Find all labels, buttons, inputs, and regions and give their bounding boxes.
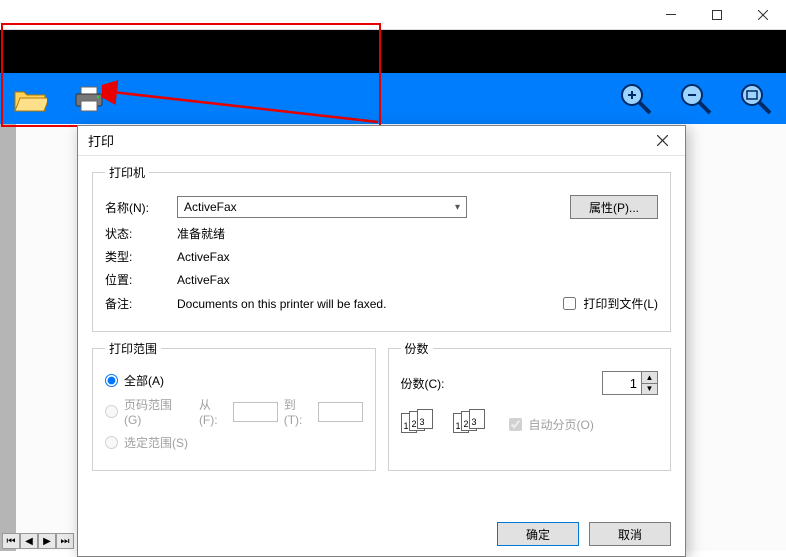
type-label: 类型: bbox=[105, 248, 177, 265]
range-selection-label: 选定范围(S) bbox=[124, 434, 188, 451]
copies-spinner[interactable]: 1 ▲ ▼ bbox=[602, 371, 658, 395]
comment-value: Documents on this printer will be faxed. bbox=[177, 297, 559, 311]
range-all-radio[interactable] bbox=[105, 374, 118, 387]
collate-label: 自动分页(O) bbox=[529, 416, 594, 433]
close-button[interactable] bbox=[740, 0, 786, 29]
copies-value: 1 bbox=[603, 372, 641, 394]
printer-select[interactable]: ActiveFax ▾ bbox=[177, 196, 467, 218]
chevron-down-icon: ▾ bbox=[455, 202, 460, 213]
spinner-up[interactable]: ▲ bbox=[642, 372, 657, 384]
minimize-button[interactable] bbox=[648, 0, 694, 29]
to-label: 到(T): bbox=[284, 396, 312, 427]
print-dialog: 打印 打印机 名称(N): ActiveFax ▾ 属性(P)... 状态: 准… bbox=[77, 125, 686, 557]
to-input bbox=[318, 402, 362, 422]
range-legend: 打印范围 bbox=[105, 340, 161, 357]
collate-checkbox bbox=[509, 418, 522, 431]
print-button[interactable] bbox=[70, 79, 110, 119]
properties-button[interactable]: 属性(P)... bbox=[570, 195, 658, 219]
copies-group: 份数 份数(C): 1 ▲ ▼ 1 2 3 bbox=[388, 340, 672, 471]
first-page-button[interactable]: ⏮ bbox=[2, 533, 20, 549]
collate-icon: 1 2 3 bbox=[401, 409, 441, 439]
comment-label: 备注: bbox=[105, 295, 177, 312]
location-label: 位置: bbox=[105, 271, 177, 288]
zoom-out-button[interactable] bbox=[676, 79, 716, 119]
collate-icon: 1 2 3 bbox=[453, 409, 493, 439]
open-folder-button[interactable] bbox=[10, 79, 50, 119]
range-pages-row: 页码范围(G) 从(F): 到(T): bbox=[105, 396, 363, 427]
range-selection-row: 选定范围(S) bbox=[105, 434, 363, 451]
page-nav: ⏮ ◀ ▶ ⏭ bbox=[2, 533, 74, 549]
type-value: ActiveFax bbox=[177, 250, 658, 264]
cancel-button[interactable]: 取消 bbox=[589, 522, 671, 546]
menubar bbox=[0, 30, 786, 73]
spinner-down[interactable]: ▼ bbox=[642, 384, 657, 395]
range-selection-radio bbox=[105, 436, 118, 449]
range-group: 打印范围 全部(A) 页码范围(G) 从(F): 到(T): bbox=[92, 340, 376, 471]
range-pages-label: 页码范围(G) bbox=[124, 396, 185, 427]
prev-page-button[interactable]: ◀ bbox=[20, 533, 38, 549]
status-label: 状态: bbox=[105, 225, 177, 242]
range-pages-radio bbox=[105, 405, 118, 418]
print-to-file-checkbox[interactable] bbox=[563, 297, 576, 310]
printer-group: 打印机 名称(N): ActiveFax ▾ 属性(P)... 状态: 准备就绪… bbox=[92, 164, 671, 332]
next-page-button[interactable]: ▶ bbox=[38, 533, 56, 549]
maximize-button[interactable] bbox=[694, 0, 740, 29]
print-to-file-label: 打印到文件(L) bbox=[583, 295, 658, 312]
from-input bbox=[233, 402, 277, 422]
location-value: ActiveFax bbox=[177, 273, 658, 287]
range-all-row[interactable]: 全部(A) bbox=[105, 372, 363, 389]
printer-name-label: 名称(N): bbox=[105, 199, 177, 216]
copies-label: 份数(C): bbox=[401, 375, 445, 392]
status-value: 准备就绪 bbox=[177, 225, 658, 242]
range-all-label: 全部(A) bbox=[124, 372, 164, 389]
window-titlebar bbox=[0, 0, 786, 30]
printer-legend: 打印机 bbox=[105, 164, 149, 181]
ok-button[interactable]: 确定 bbox=[497, 522, 579, 546]
zoom-fit-button[interactable] bbox=[736, 79, 776, 119]
dialog-title: 打印 bbox=[88, 131, 649, 150]
last-page-button[interactable]: ⏭ bbox=[56, 533, 74, 549]
toolbar bbox=[0, 73, 786, 124]
zoom-in-button[interactable] bbox=[616, 79, 656, 119]
dialog-close-button[interactable] bbox=[649, 131, 675, 151]
printer-select-value: ActiveFax bbox=[184, 200, 237, 214]
dialog-titlebar: 打印 bbox=[78, 126, 685, 156]
from-label: 从(F): bbox=[199, 396, 227, 427]
copies-legend: 份数 bbox=[401, 340, 433, 357]
